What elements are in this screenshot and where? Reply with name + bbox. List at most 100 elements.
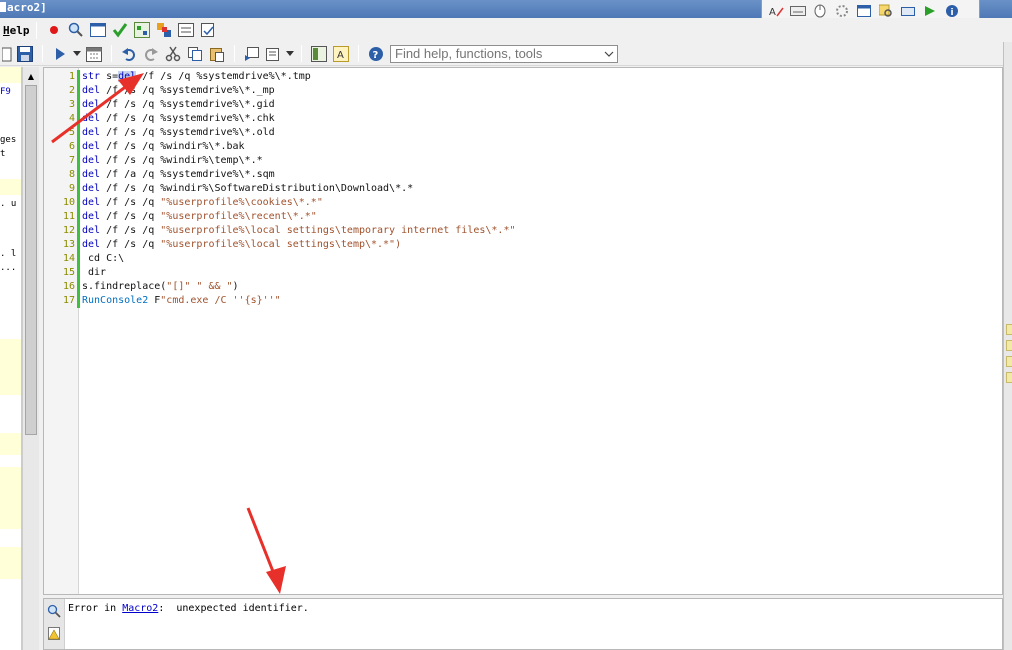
code-line[interactable]: RunConsole2 F"cmd.exe /C ''{s}''": [82, 294, 281, 308]
svg-text:?: ?: [373, 50, 379, 61]
find-icon[interactable]: [65, 20, 87, 40]
wait-icon[interactable]: [832, 3, 851, 19]
left-pane-highlight: [0, 433, 21, 455]
window-icon[interactable]: [854, 3, 873, 19]
line-number: 10: [62, 197, 75, 208]
keyboard-icon[interactable]: [788, 3, 807, 19]
code-line[interactable]: del /f /s /q "%userprofile%\recent\*.*": [82, 210, 317, 224]
calendar-icon[interactable]: [83, 44, 105, 64]
code-token: del: [82, 85, 101, 96]
colors-icon[interactable]: [153, 20, 175, 40]
text-format-icon[interactable]: A: [330, 44, 352, 64]
record-icon[interactable]: [43, 20, 65, 40]
right-strip-marker: [1006, 372, 1012, 383]
title-bracket-icon: [0, 2, 6, 12]
control-icon[interactable]: [898, 3, 917, 19]
toolbar-separator: [42, 45, 43, 62]
help-search-input[interactable]: [391, 45, 601, 62]
output-toolbar: [44, 599, 65, 649]
redo-icon[interactable]: [140, 44, 162, 64]
code-line[interactable]: del /f /s /q %windir%\*.bak: [82, 140, 245, 154]
run-macro-icon[interactable]: [49, 44, 71, 64]
code-token: dir: [82, 267, 107, 278]
macro-link[interactable]: Macro2: [122, 603, 158, 614]
code-token: "%userprofile%\cookies\*.*": [160, 197, 323, 208]
format-dropdown-icon[interactable]: [285, 44, 295, 64]
line-number: 4: [68, 113, 75, 124]
menu-bar: Help: [0, 18, 1012, 42]
insert-icon[interactable]: [241, 44, 263, 64]
code-token: del: [118, 71, 137, 82]
code-editor[interactable]: 1 2 3 4 5 6 7 8 9 10 11 12 13 14 15 16 17 str s=del /f /…: [43, 67, 1003, 595]
undo-icon[interactable]: [118, 44, 140, 64]
code-line[interactable]: del /f /s /q %systemdrive%\*._mp: [82, 84, 275, 98]
paste-icon[interactable]: [206, 44, 228, 64]
right-strip-marker: [1006, 324, 1012, 335]
code-line[interactable]: del /f /s /q %systemdrive%\*.gid: [82, 98, 275, 112]
code-token: RunConsole2: [82, 295, 149, 306]
format-icon[interactable]: [263, 44, 285, 64]
code-line[interactable]: del /f /s /q %windir%\temp\*.*: [82, 154, 263, 168]
code-line[interactable]: del /f /s /q "%userprofile%\local settin…: [82, 224, 516, 238]
line-number: 9: [68, 183, 75, 194]
code-line[interactable]: del /f /s /q "%userprofile%\local settin…: [82, 238, 401, 252]
panel-icon[interactable]: [308, 44, 330, 64]
info-icon[interactable]: i: [942, 3, 961, 19]
code-line[interactable]: del /f /s /q %systemdrive%\*.chk: [82, 112, 275, 126]
line-number: 8: [68, 169, 75, 180]
code-token: del: [82, 211, 101, 222]
line-number: 13: [62, 239, 75, 250]
partial-button-icon[interactable]: [0, 44, 14, 64]
code-token: /f /s /q: [100, 211, 161, 222]
code-token: /f /s /q %systemdrive%\*.gid: [100, 99, 275, 110]
save-icon[interactable]: [14, 44, 36, 64]
find-image-icon[interactable]: [876, 3, 895, 19]
left-pane-scrollbar[interactable]: ▲: [22, 67, 39, 650]
code-token: "cmd.exe /C ''{s}''": [160, 295, 281, 306]
dialog-editor-icon[interactable]: [131, 20, 153, 40]
run-icon[interactable]: [920, 3, 939, 19]
code-line[interactable]: cd C:\: [82, 252, 124, 266]
window-list-icon[interactable]: [87, 20, 109, 40]
search-dropdown-icon[interactable]: [601, 46, 617, 62]
cut-icon[interactable]: [162, 44, 184, 64]
help-search-box[interactable]: [390, 44, 618, 63]
code-token: del: [82, 141, 101, 152]
code-token: del: [82, 197, 101, 208]
right-strip-marker: [1006, 356, 1012, 367]
code-line[interactable]: del /f /s /q "%userprofile%\cookies\*.*": [82, 196, 323, 210]
record-text-icon[interactable]: A: [766, 3, 785, 19]
line-number: 14: [62, 253, 75, 264]
code-token: del: [82, 169, 101, 180]
copy-icon[interactable]: [184, 44, 206, 64]
toolbar-separator: [358, 45, 359, 62]
code-line[interactable]: dir: [82, 266, 106, 280]
line-number: 6: [68, 141, 75, 152]
code-line[interactable]: str s=del /f /s /q %systemdrive%\*.tmp: [82, 70, 311, 84]
code-token: s=: [100, 71, 119, 82]
line-number: 2: [68, 85, 75, 96]
warning-icon[interactable]: [46, 625, 62, 641]
menu-help[interactable]: Help: [0, 24, 30, 37]
find-icon[interactable]: [46, 603, 62, 619]
check-icon[interactable]: [109, 20, 131, 40]
help-icon[interactable]: ?: [365, 44, 387, 64]
scrollbar-thumb[interactable]: [25, 85, 37, 435]
code-line[interactable]: del /f /a /q %systemdrive%\*.sqm: [82, 168, 275, 182]
code-token: del: [82, 225, 101, 236]
checklist-icon[interactable]: [197, 20, 219, 40]
mouse-icon[interactable]: [810, 3, 829, 19]
code-line[interactable]: s.findreplace("[]" " && "): [82, 280, 239, 294]
toolbar-separator: [301, 45, 302, 62]
code-token: /f /s /q: [100, 239, 161, 250]
options-icon[interactable]: [175, 20, 197, 40]
code-line[interactable]: del /f /s /q %windir%\SoftwareDistributi…: [82, 182, 413, 196]
chevron-down-icon[interactable]: [71, 44, 83, 64]
code-token: /f /s /q %systemdrive%\*._mp: [100, 85, 275, 96]
code-token: /f /s /q %windir%\temp\*.*: [100, 155, 263, 166]
code-token: F: [148, 295, 161, 306]
code-line[interactable]: del /f /s /q %systemdrive%\*.old: [82, 126, 275, 140]
scroll-up-icon[interactable]: ▲: [23, 69, 39, 83]
left-pane-highlight: [0, 67, 21, 83]
line-number: 5: [68, 127, 75, 138]
